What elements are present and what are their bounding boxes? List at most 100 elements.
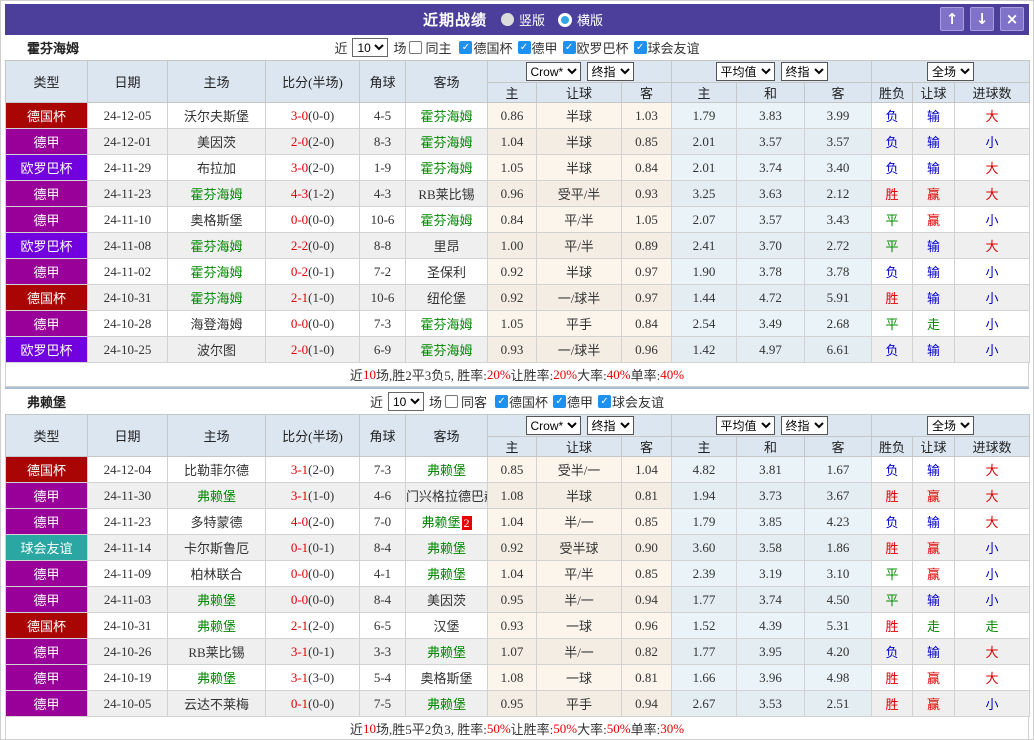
competition-label: 德国杯: [509, 395, 549, 410]
avg-home-cell: 2.01: [671, 128, 738, 155]
fulltime-score: 4-3: [290, 185, 309, 201]
match-row: 德甲 24-11-03 弗赖堡 0-0(0-0) 8-4 美因茨 0.95 半/一 0.94 1.…: [5, 586, 1031, 613]
home-team-cell: RB莱比锡: [167, 638, 266, 665]
competition-checkbox[interactable]: ✓: [495, 395, 508, 408]
match-count-select[interactable]: 10: [352, 38, 389, 57]
odds-home-cell: 1.08: [487, 664, 537, 691]
score-cell: 0-0(0-0): [265, 586, 360, 613]
result-group-header: 全场: [871, 60, 1031, 83]
home-team-cell: 霍芬海姆: [167, 258, 266, 285]
away-team-cell: 圣保利: [405, 258, 488, 285]
avg-source-select[interactable]: 平均值: [715, 416, 775, 435]
competition-label: 德甲: [531, 41, 558, 56]
avg-final-select[interactable]: 终指: [780, 416, 828, 435]
fulltime-score: 3-0: [290, 107, 309, 123]
odds-final-select[interactable]: 终指: [586, 62, 634, 81]
result-outcome-cell: 平: [871, 232, 914, 259]
header-avg-draw: 和: [736, 82, 806, 103]
competition-checkbox[interactable]: ✓: [553, 395, 567, 408]
fulltime-score: 0-0: [290, 211, 309, 227]
scope-select[interactable]: 全场: [927, 62, 975, 81]
avg-home-cell: 1.44: [671, 284, 738, 311]
vertical-layout-radio[interactable]: [500, 13, 514, 26]
odds-away-cell: 1.04: [620, 456, 673, 483]
fulltime-score: 3-1: [290, 487, 309, 503]
matches-table: 类型 日期 主场 比分(半场) 角球 客场 Crow* 终指 平均值 终指 全场 主…: [5, 60, 1031, 363]
match-date-cell: 24-10-05: [87, 690, 168, 717]
titlebar-buttons: ↑ ↓ ×: [940, 7, 1024, 31]
match-type-cell: 德甲: [5, 638, 88, 665]
header-odds-home: 主: [487, 436, 537, 457]
competition-checkbox[interactable]: ✓: [517, 41, 531, 54]
halftime-score: (1-2): [308, 185, 335, 201]
result-handicap-cell: 赢: [912, 690, 956, 717]
competition-checkbox[interactable]: ✓: [633, 41, 647, 54]
filter-games-label: 场: [393, 41, 407, 56]
odds-away-cell: 0.82: [620, 638, 673, 665]
odds-source-select[interactable]: Crow*: [525, 416, 581, 435]
avg-away-cell: 3.10: [804, 560, 873, 587]
close-button[interactable]: ×: [1000, 7, 1024, 31]
odds-source-select[interactable]: Crow*: [525, 62, 581, 81]
avg-draw-cell: 3.85: [736, 508, 806, 535]
corner-cell: 7-3: [359, 310, 406, 337]
match-date-cell: 24-12-04: [87, 456, 168, 483]
competition-checkbox[interactable]: ✓: [562, 41, 576, 54]
result-goals-cell: 小: [954, 336, 1031, 363]
avg-home-cell: 1.90: [671, 258, 738, 285]
home-team-cell: 柏林联合: [167, 560, 266, 587]
away-team-cell: 霍芬海姆: [405, 128, 488, 155]
result-handicap-cell: 输: [912, 638, 956, 665]
away-team-cell: 霍芬海姆: [405, 206, 488, 233]
fulltime-score: 2-0: [290, 341, 309, 357]
odds-away-cell: 0.94: [620, 690, 673, 717]
competition-label: 球会友谊: [647, 41, 700, 56]
match-row: 德甲 24-10-28 海登海姆 0-0(0-0) 7-3 霍芬海姆 1.05 平手 0.84 2…: [5, 310, 1031, 337]
same-venue-checkbox[interactable]: [444, 395, 458, 408]
match-date-cell: 24-11-30: [87, 482, 168, 509]
result-goals-cell: 小: [954, 690, 1031, 717]
summary-text: 40%: [606, 366, 631, 382]
halftime-score: (0-0): [308, 211, 335, 227]
corner-cell: 10-6: [359, 206, 406, 233]
result-outcome-cell: 负: [871, 508, 914, 535]
header-date: 日期: [87, 60, 168, 103]
header-home: 主场: [167, 60, 266, 103]
result-handicap-cell: 输: [912, 336, 956, 363]
move-up-button[interactable]: ↑: [940, 7, 964, 31]
same-venue-checkbox[interactable]: [409, 41, 423, 54]
team-name: 弗赖堡: [27, 395, 67, 410]
avg-source-select[interactable]: 平均值: [715, 62, 775, 81]
competition-label: 德甲: [567, 395, 594, 410]
odds-handicap-cell: 受半/一: [536, 456, 622, 483]
summary-text: 近: [349, 722, 363, 737]
horizontal-layout-radio[interactable]: [558, 12, 572, 27]
avg-away-cell: 3.99: [804, 102, 873, 129]
competition-checkbox[interactable]: ✓: [459, 41, 473, 54]
match-row: 德甲 24-11-23 多特蒙德 4-0(2-0) 7-0 弗赖堡 2 1.04 半/一 0.85…: [5, 508, 1031, 535]
match-count-select[interactable]: 10: [387, 392, 424, 411]
avg-final-select[interactable]: 终指: [780, 62, 828, 81]
avg-away-cell: 2.72: [804, 232, 873, 259]
result-goals-cell: 大: [954, 102, 1031, 129]
team-section-freiburg: 弗赖堡 近 10 场 同客 ✓ 德国杯 ✓ 德甲 ✓ 球会友谊 类型 日期 主场 比分(半…: [5, 387, 1031, 739]
odds-home-cell: 0.95: [487, 586, 537, 613]
result-goals-cell: 小: [954, 206, 1031, 233]
header-odds-away: 客: [620, 82, 673, 103]
avg-draw-cell: 3.74: [736, 154, 806, 181]
fulltime-score: 2-1: [290, 289, 309, 305]
corner-cell: 6-9: [359, 336, 406, 363]
result-outcome-cell: 平: [871, 206, 914, 233]
result-handicap-cell: 输: [912, 508, 956, 535]
competition-checkbox[interactable]: ✓: [598, 395, 612, 408]
scope-select[interactable]: 全场: [927, 416, 975, 435]
avg-home-cell: 1.52: [671, 612, 738, 639]
fulltime-score: 0-0: [290, 315, 309, 331]
odds-handicap-cell: 平/半: [536, 560, 622, 587]
header-avg-away: 客: [804, 82, 873, 103]
match-date-cell: 24-11-02: [87, 258, 168, 285]
odds-final-select[interactable]: 终指: [586, 416, 634, 435]
match-type-cell: 欧罗巴杯: [5, 154, 88, 181]
home-team-cell: 布拉加: [167, 154, 266, 181]
move-down-button[interactable]: ↓: [970, 7, 994, 31]
